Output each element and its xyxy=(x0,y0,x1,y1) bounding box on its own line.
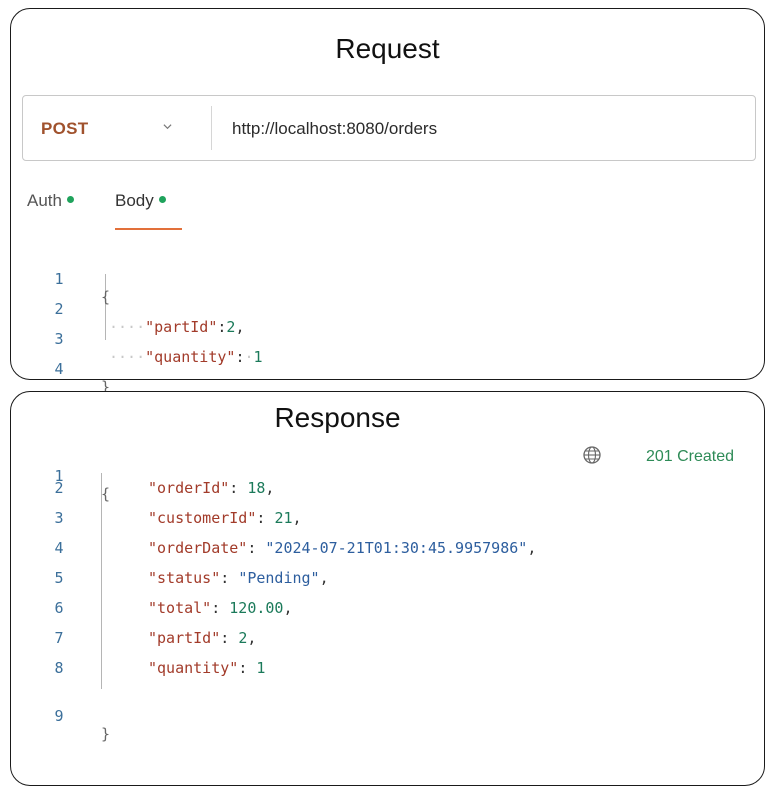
json-key: "quantity" xyxy=(145,348,236,366)
open-brace: { xyxy=(101,288,111,306)
line-number: 8 xyxy=(54,659,64,677)
response-panel: Response 201 Created 1 { 2 "orderId": 18,… xyxy=(10,391,765,786)
request-body-editor[interactable]: 1 { 2 ····"partId":2, 3 ····"quantity":·… xyxy=(11,252,766,396)
json-value: 120.00 xyxy=(229,599,284,617)
tab-body-label: Body xyxy=(115,191,154,210)
line-number: 4 xyxy=(54,360,64,378)
json-value: 2 xyxy=(238,629,248,647)
response-body-viewer: 1 { 2 "orderId": 18, 3 "customerId": 21, 4 "o… xyxy=(11,449,766,743)
indent-guide xyxy=(105,274,106,340)
open-brace: { xyxy=(101,485,111,503)
tab-auth-indicator xyxy=(66,196,74,204)
tab-body-indicator xyxy=(158,196,166,204)
json-value: 1 xyxy=(253,348,263,366)
tab-active-underline xyxy=(115,228,182,230)
json-value: "Pending" xyxy=(238,569,320,587)
chevron-down-icon xyxy=(163,124,172,130)
line-number: 3 xyxy=(54,509,64,527)
request-panel: Request POST http://localhost:8080/order… xyxy=(10,8,766,396)
json-key: "customerId" xyxy=(148,509,257,527)
code-line: 3 ····"quantity":·1 xyxy=(11,312,262,366)
line-number: 2 xyxy=(54,479,64,497)
code-line: 4 } xyxy=(11,342,110,396)
line-number: 9 xyxy=(54,707,64,725)
code-line: 9 } xyxy=(11,689,110,743)
json-key: "quantity" xyxy=(148,659,239,677)
method-label: POST xyxy=(41,119,89,138)
method-select[interactable]: POST xyxy=(23,96,211,160)
json-value: 21 xyxy=(274,509,293,527)
url-divider xyxy=(211,106,212,150)
request-title: Request xyxy=(335,33,440,64)
json-key: "partId" xyxy=(148,629,221,647)
close-brace: } xyxy=(101,725,111,743)
tab-auth[interactable]: Auth xyxy=(27,191,74,211)
line-number: 6 xyxy=(54,599,64,617)
indent-guide xyxy=(101,473,102,689)
json-key: "total" xyxy=(148,599,212,617)
line-number: 4 xyxy=(54,539,64,557)
code-line: 2 ····"partId":2, xyxy=(11,282,244,336)
json-key: "orderDate" xyxy=(148,539,248,557)
code-line: 1 { xyxy=(11,252,110,306)
code-line: 1 { xyxy=(11,449,110,503)
url-bar: POST http://localhost:8080/orders xyxy=(22,95,756,161)
response-title: Response xyxy=(274,402,401,433)
tab-auth-label: Auth xyxy=(27,191,62,210)
json-value: 1 xyxy=(256,659,266,677)
url-input[interactable]: http://localhost:8080/orders xyxy=(232,119,437,139)
json-value: 18 xyxy=(247,479,266,497)
tab-body[interactable]: Body xyxy=(115,191,166,211)
json-value: "2024-07-21T01:30:45.9957986" xyxy=(265,539,528,557)
line-number: 7 xyxy=(54,629,64,647)
json-key: "status" xyxy=(148,569,221,587)
line-number: 5 xyxy=(54,569,64,587)
json-key: "orderId" xyxy=(148,479,230,497)
json-key: "partId" xyxy=(145,318,218,336)
